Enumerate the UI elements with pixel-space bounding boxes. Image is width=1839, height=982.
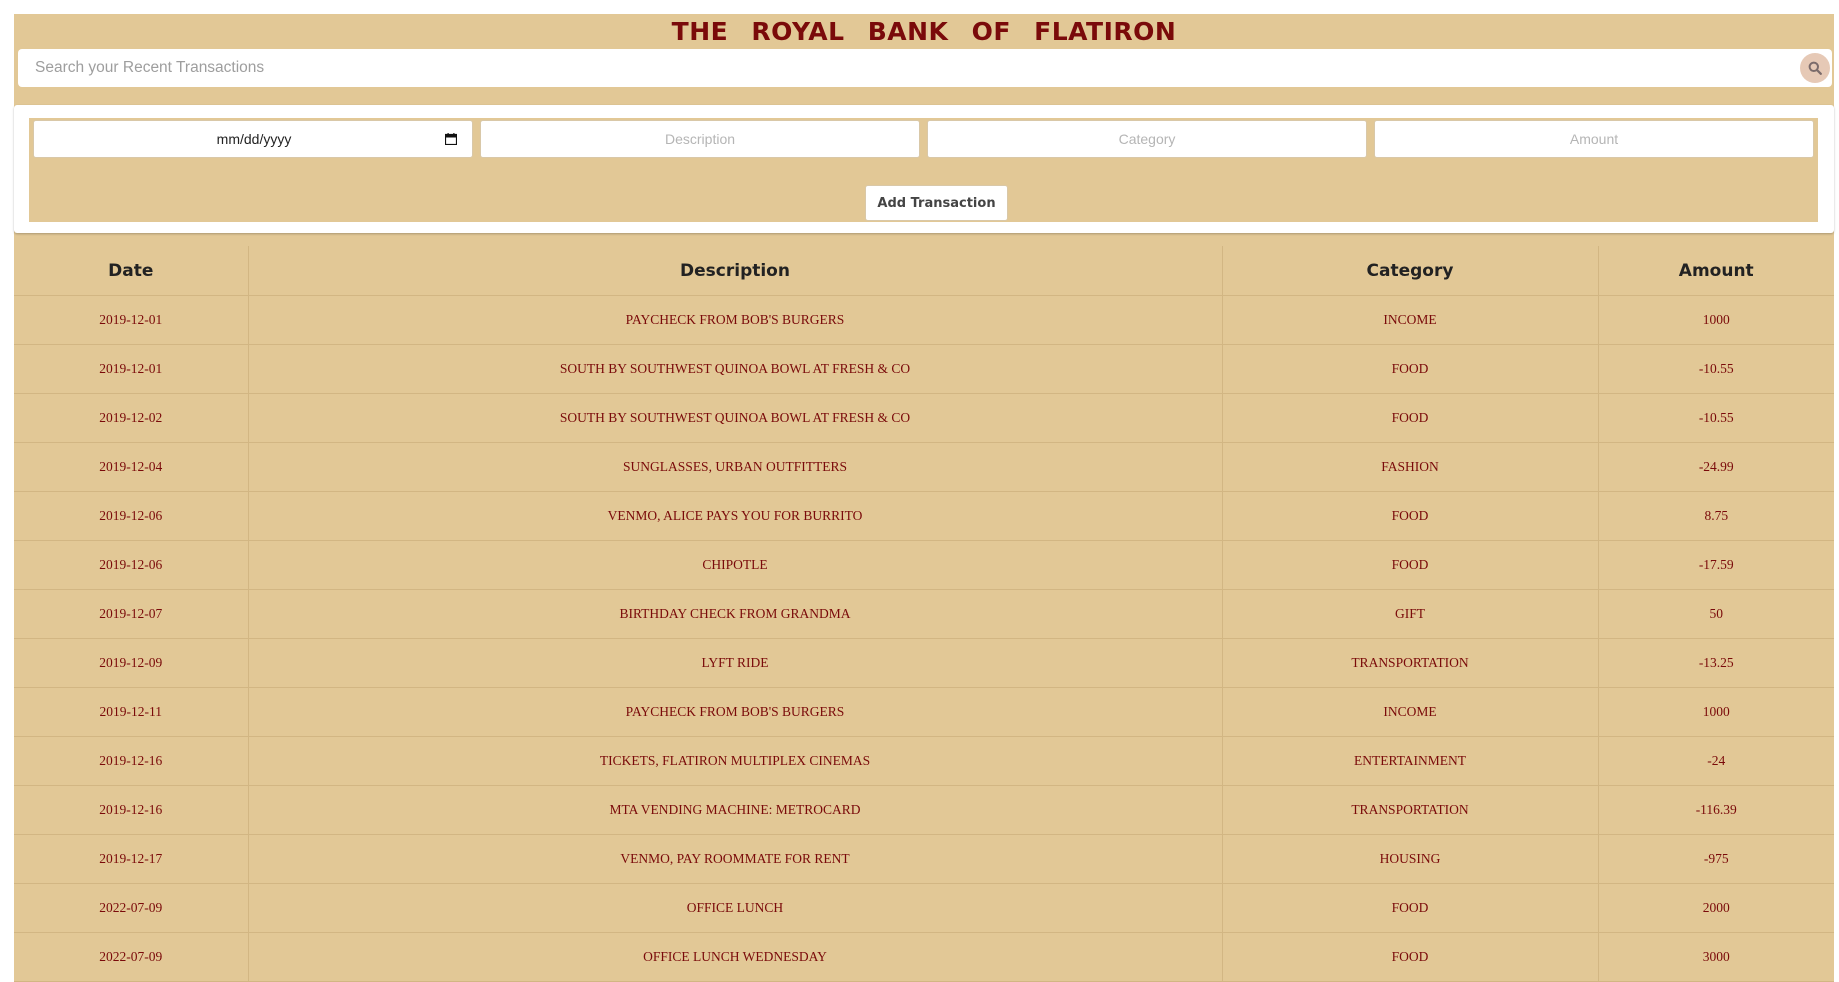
amount-cell: 1000 bbox=[1598, 295, 1834, 345]
amount-cell: -10.55 bbox=[1598, 344, 1834, 394]
category-cell: HOUSING bbox=[1222, 834, 1599, 884]
category-cell: FOOD bbox=[1222, 344, 1599, 394]
date-cell: 2019-12-02 bbox=[14, 393, 249, 443]
description-cell: CHIPOTLE bbox=[248, 540, 1223, 590]
date-cell: 2019-12-09 bbox=[14, 638, 249, 688]
date-cell: 2019-12-01 bbox=[14, 295, 249, 345]
date-cell: 2019-12-11 bbox=[14, 687, 249, 737]
search-icon bbox=[1808, 61, 1822, 75]
table-row[interactable]: 2019-12-04 SUNGLASSES, URBAN OUTFITTERS FA… bbox=[14, 442, 1834, 492]
table-row[interactable]: 2019-12-17 VENMO, PAY ROOMMATE FOR RENT HO… bbox=[14, 834, 1834, 884]
add-transaction-button[interactable]: Add Transaction bbox=[865, 185, 1008, 221]
category-cell: FOOD bbox=[1222, 883, 1599, 933]
description-cell: SUNGLASSES, URBAN OUTFITTERS bbox=[248, 442, 1223, 492]
column-header-date[interactable]: Date bbox=[14, 246, 249, 296]
table-row[interactable]: 2019-12-02 SOUTH BY SOUTHWEST QUINOA BOWL… bbox=[14, 393, 1834, 443]
amount-cell: 8.75 bbox=[1598, 491, 1834, 541]
date-cell: 2019-12-07 bbox=[14, 589, 249, 639]
category-cell: INCOME bbox=[1222, 295, 1599, 345]
description-cell: VENMO, PAY ROOMMATE FOR RENT bbox=[248, 834, 1223, 884]
description-cell: VENMO, ALICE PAYS YOU FOR BURRITO bbox=[248, 491, 1223, 541]
category-cell: ENTERTAINMENT bbox=[1222, 736, 1599, 786]
table-body: 2019-12-01 PAYCHECK FROM BOB'S BURGERS INC… bbox=[14, 295, 1834, 982]
table-row[interactable]: 2019-12-06 CHIPOTLE FOOD -17.59 bbox=[14, 540, 1834, 590]
table-row[interactable]: 2019-12-09 LYFT RIDE TRANSPORTATION -13.25 bbox=[14, 638, 1834, 688]
description-input[interactable] bbox=[480, 120, 920, 158]
date-cell: 2019-12-06 bbox=[14, 491, 249, 541]
description-cell: PAYCHECK FROM BOB'S BURGERS bbox=[248, 687, 1223, 737]
description-cell: OFFICE LUNCH WEDNESDAY bbox=[248, 932, 1223, 982]
date-cell: 2019-12-06 bbox=[14, 540, 249, 590]
date-cell: 2019-12-04 bbox=[14, 442, 249, 492]
transactions-table: Date Description Category Amount 2019-12… bbox=[14, 246, 1834, 982]
category-cell: FOOD bbox=[1222, 932, 1599, 982]
table-row[interactable]: 2019-12-11 PAYCHECK FROM BOB'S BURGERS INC… bbox=[14, 687, 1834, 737]
amount-cell: 50 bbox=[1598, 589, 1834, 639]
header-row: Date Description Category Amount bbox=[14, 246, 1834, 296]
table-row[interactable]: 2019-12-01 SOUTH BY SOUTHWEST QUINOA BOWL… bbox=[14, 344, 1834, 394]
date-cell: 2019-12-16 bbox=[14, 785, 249, 835]
date-cell: 2022-07-09 bbox=[14, 932, 249, 982]
amount-cell: -13.25 bbox=[1598, 638, 1834, 688]
column-header-category[interactable]: Category bbox=[1222, 246, 1599, 296]
table-row[interactable]: 2019-12-16 TICKETS, FLATIRON MULTIPLEX CI… bbox=[14, 736, 1834, 786]
description-cell: BIRTHDAY CHECK FROM GRANDMA bbox=[248, 589, 1223, 639]
date-cell: 2019-12-17 bbox=[14, 834, 249, 884]
description-cell: TICKETS, FLATIRON MULTIPLEX CINEMAS bbox=[248, 736, 1223, 786]
calendar-icon[interactable] bbox=[445, 133, 457, 145]
category-cell: FOOD bbox=[1222, 491, 1599, 541]
date-cell: 2019-12-16 bbox=[14, 736, 249, 786]
page-title: THE ROYAL BANK OF FLATIRON bbox=[671, 17, 1177, 46]
table-row[interactable]: 2019-12-06 VENMO, ALICE PAYS YOU FOR BURR… bbox=[14, 491, 1834, 541]
search-bar bbox=[18, 49, 1832, 87]
column-header-amount[interactable]: Amount bbox=[1598, 246, 1834, 296]
amount-cell: 3000 bbox=[1598, 932, 1834, 982]
amount-cell: -116.39 bbox=[1598, 785, 1834, 835]
app-container: THE ROYAL BANK OF FLATIRON mm/dd/yyyy bbox=[14, 14, 1834, 982]
description-cell: SOUTH BY SOUTHWEST QUINOA BOWL AT FRESH … bbox=[248, 393, 1223, 443]
description-cell: PAYCHECK FROM BOB'S BURGERS bbox=[248, 295, 1223, 345]
description-cell: OFFICE LUNCH bbox=[248, 883, 1223, 933]
table-row[interactable]: 2019-12-16 MTA VENDING MACHINE: METROCARD… bbox=[14, 785, 1834, 835]
table-row[interactable]: 2019-12-07 BIRTHDAY CHECK FROM GRANDMA GIF… bbox=[14, 589, 1834, 639]
description-cell: LYFT RIDE bbox=[248, 638, 1223, 688]
amount-cell: -24 bbox=[1598, 736, 1834, 786]
category-cell: FOOD bbox=[1222, 540, 1599, 590]
category-cell: INCOME bbox=[1222, 687, 1599, 737]
description-cell: MTA VENDING MACHINE: METROCARD bbox=[248, 785, 1223, 835]
description-cell: SOUTH BY SOUTHWEST QUINOA BOWL AT FRESH … bbox=[248, 344, 1223, 394]
table-row[interactable]: 2022-07-09 OFFICE LUNCH FOOD 2000 bbox=[14, 883, 1834, 933]
search-button[interactable] bbox=[1800, 53, 1830, 83]
table-row[interactable]: 2022-07-09 OFFICE LUNCH WEDNESDAY FOOD 3000 bbox=[14, 932, 1834, 982]
date-cell: 2022-07-09 bbox=[14, 883, 249, 933]
date-cell: 2019-12-01 bbox=[14, 344, 249, 394]
amount-input[interactable] bbox=[1374, 120, 1814, 158]
table-header: Date Description Category Amount bbox=[14, 246, 1834, 296]
category-input[interactable] bbox=[927, 120, 1367, 158]
amount-cell: -24.99 bbox=[1598, 442, 1834, 492]
amount-cell: 1000 bbox=[1598, 687, 1834, 737]
amount-cell: -17.59 bbox=[1598, 540, 1834, 590]
date-field-value: mm/dd/yyyy bbox=[216, 131, 292, 147]
amount-cell: -10.55 bbox=[1598, 393, 1834, 443]
table-row[interactable]: 2019-12-01 PAYCHECK FROM BOB'S BURGERS INC… bbox=[14, 295, 1834, 345]
amount-cell: 2000 bbox=[1598, 883, 1834, 933]
column-header-description[interactable]: Description bbox=[248, 246, 1223, 296]
form-fields-panel: mm/dd/yyyy Add Transaction bbox=[29, 118, 1818, 222]
category-cell: FOOD bbox=[1222, 393, 1599, 443]
category-cell: TRANSPORTATION bbox=[1222, 638, 1599, 688]
category-cell: FASHION bbox=[1222, 442, 1599, 492]
category-cell: GIFT bbox=[1222, 589, 1599, 639]
amount-cell: -975 bbox=[1598, 834, 1834, 884]
date-field[interactable]: mm/dd/yyyy bbox=[33, 120, 473, 158]
category-cell: TRANSPORTATION bbox=[1222, 785, 1599, 835]
add-transaction-form: mm/dd/yyyy Add Transaction bbox=[14, 105, 1834, 233]
search-input[interactable] bbox=[18, 49, 1778, 87]
